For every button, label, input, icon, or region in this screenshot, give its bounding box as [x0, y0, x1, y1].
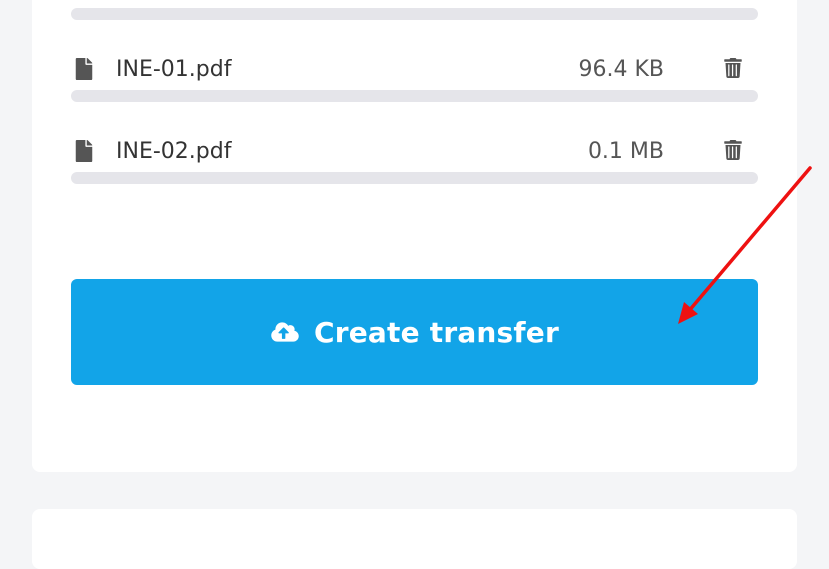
secondary-card [32, 509, 797, 569]
file-name: INE-01.pdf [116, 57, 232, 82]
file-size: 96.4 KB [578, 57, 665, 82]
file-icon [75, 140, 93, 162]
upload-progress-bar [71, 172, 758, 184]
trash-icon[interactable] [724, 58, 742, 78]
file-icon [75, 58, 93, 80]
create-transfer-button[interactable]: Create transfer [71, 279, 758, 385]
file-name: INE-02.pdf [116, 139, 232, 164]
upload-progress-bar [71, 90, 758, 102]
file-row: INE-01.pdf 96.4 KB [71, 55, 758, 85]
trash-icon[interactable] [724, 140, 742, 160]
file-row: INE-02.pdf 0.1 MB [71, 137, 758, 167]
create-transfer-label: Create transfer [313, 315, 560, 349]
file-size: 0.1 MB [587, 139, 664, 164]
upload-progress-bar-previous [71, 8, 758, 20]
cloud-upload-icon [271, 322, 299, 342]
